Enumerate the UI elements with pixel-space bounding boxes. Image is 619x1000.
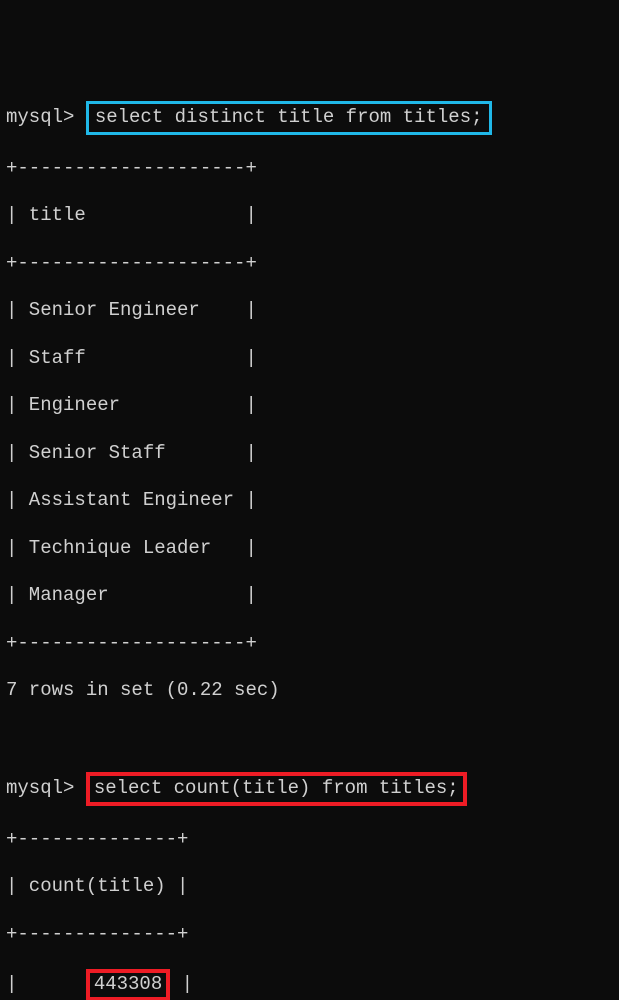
query1-row: | Manager | [6, 584, 613, 608]
query1-row: | Assistant Engineer | [6, 489, 613, 513]
query2-value: 443308 [94, 973, 162, 995]
query1-border-bot: +--------------------+ [6, 632, 613, 656]
query2-border-mid1: +--------------+ [6, 923, 613, 947]
query1-row: | Technique Leader | [6, 537, 613, 561]
blank-line [6, 727, 613, 751]
query2-highlight: select count(title) from titles; [86, 772, 467, 806]
query1-footer: 7 rows in set (0.22 sec) [6, 679, 613, 703]
query2-row-suffix: | [170, 973, 193, 995]
query1-border-mid1: +--------------------+ [6, 252, 613, 276]
query2-sql: select count(title) from titles; [94, 777, 459, 799]
mysql-prompt[interactable]: mysql> [6, 106, 74, 128]
query1-border-top: +--------------------+ [6, 157, 613, 181]
query1-row: | Senior Staff | [6, 442, 613, 466]
query2-value-highlight: 443308 [86, 969, 170, 1000]
query1-row: | Staff | [6, 347, 613, 371]
query1-row: | Engineer | [6, 394, 613, 418]
query1-row: | Senior Engineer | [6, 299, 613, 323]
query2-border-top: +--------------+ [6, 828, 613, 852]
query2-row-prefix: | [6, 973, 86, 995]
query1-highlight: select distinct title from titles; [86, 101, 492, 135]
query2-header: | count(title) | [6, 875, 613, 899]
query1-sql: select distinct title from titles; [95, 106, 483, 128]
mysql-prompt[interactable]: mysql> [6, 777, 74, 799]
query1-header: | title | [6, 204, 613, 228]
